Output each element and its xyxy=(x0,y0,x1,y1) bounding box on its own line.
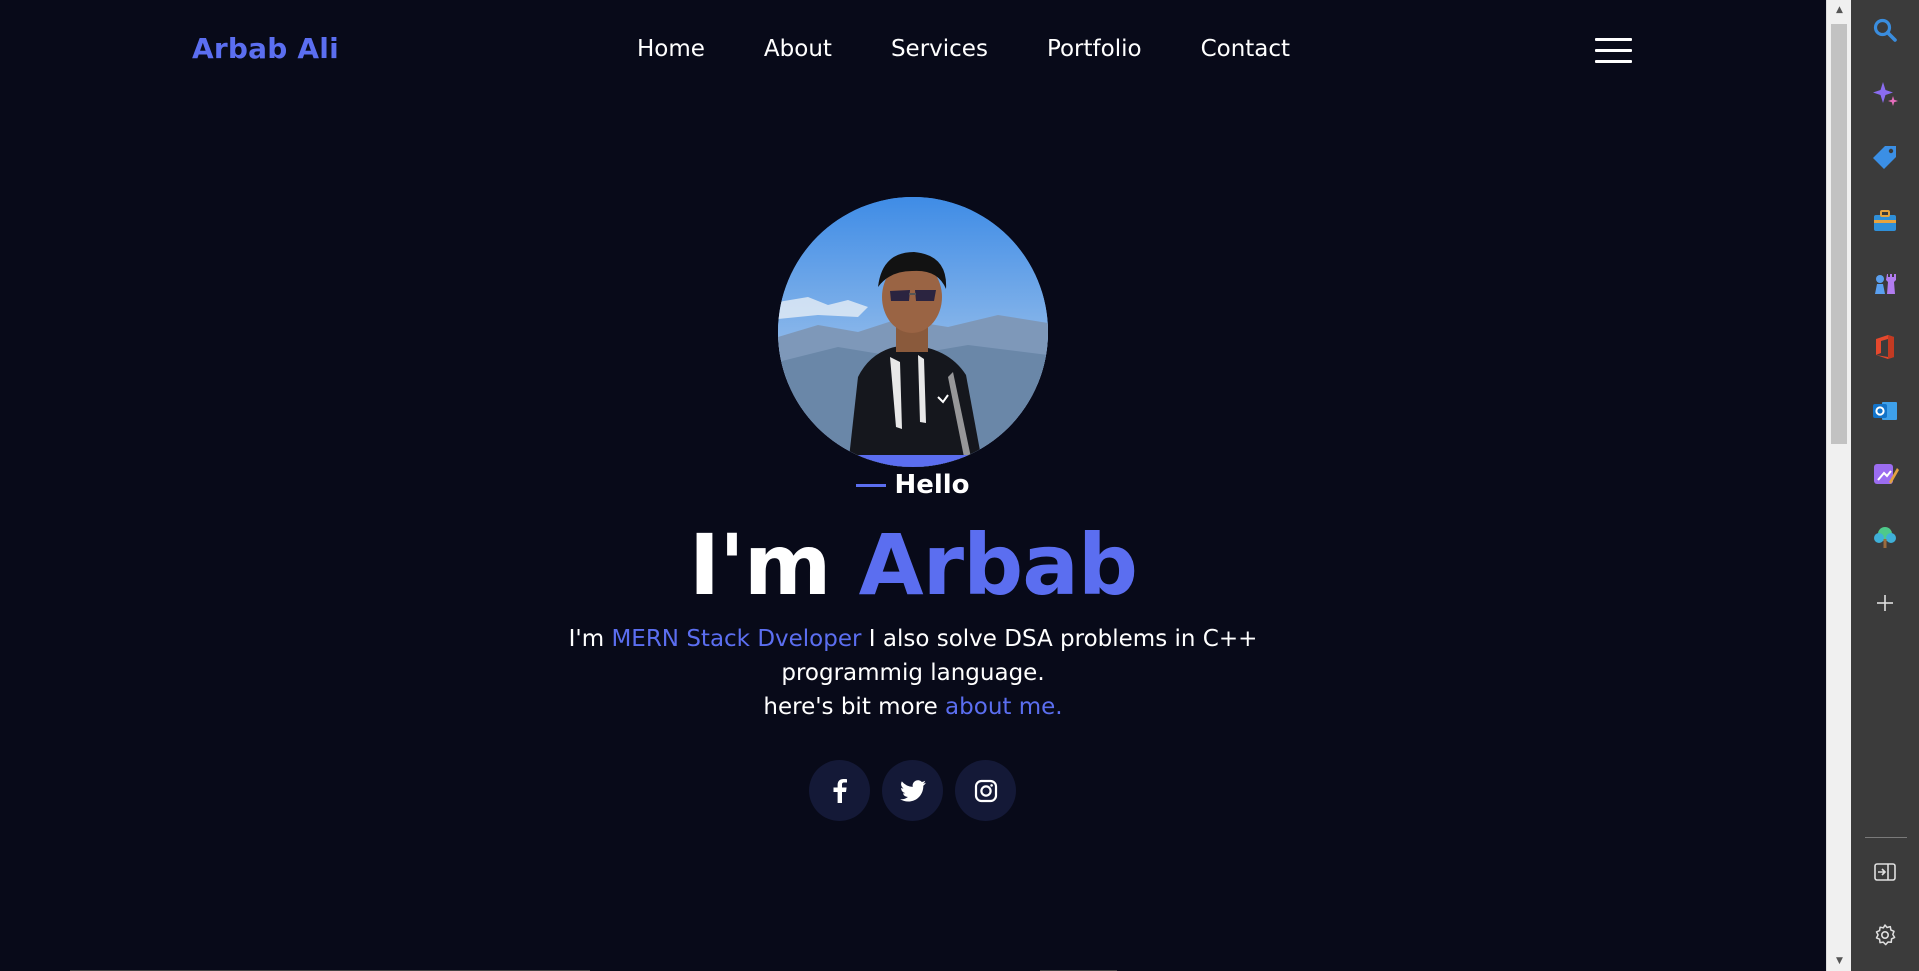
hamburger-icon[interactable] xyxy=(1595,38,1632,64)
office-icon[interactable] xyxy=(1870,332,1900,362)
headline-name: Arbab xyxy=(858,516,1138,614)
desc-role: MERN Stack Dveloper xyxy=(611,626,862,652)
nav-link-about[interactable]: About xyxy=(764,36,832,62)
nav-link-portfolio[interactable]: Portfolio xyxy=(1047,36,1142,62)
tree-icon[interactable] xyxy=(1870,522,1900,552)
chess-icon[interactable] xyxy=(1870,269,1900,299)
about-me-link[interactable]: about me. xyxy=(945,694,1063,720)
main-nav: Home About Services Portfolio Contact xyxy=(637,36,1290,62)
desc-line2-prefix: here's bit more xyxy=(763,694,938,720)
instagram-button[interactable] xyxy=(955,760,1016,821)
facebook-icon xyxy=(833,778,847,803)
scrollbar-thumb[interactable] xyxy=(1831,24,1847,444)
site-logo[interactable]: Arbab Ali xyxy=(192,32,339,65)
side-panel-divider xyxy=(1865,837,1907,838)
nav-link-services[interactable]: Services xyxy=(891,36,988,62)
hero-description: I'm MERN Stack Dveloper I also solve DSA… xyxy=(503,622,1323,724)
profile-photo xyxy=(778,197,1048,467)
nav-link-home[interactable]: Home xyxy=(637,36,705,62)
page-scrollbar[interactable]: ▲ ▼ xyxy=(1826,0,1851,971)
social-links xyxy=(809,760,1016,821)
outlook-icon[interactable] xyxy=(1870,396,1900,426)
browser-side-panel xyxy=(1851,0,1919,971)
designer-icon[interactable] xyxy=(1870,459,1900,489)
add-icon[interactable] xyxy=(1870,588,1900,618)
facebook-button[interactable] xyxy=(809,760,870,821)
exit-panel-icon[interactable] xyxy=(1870,857,1900,887)
desc-prefix: I'm xyxy=(568,626,605,652)
greeting-text: Hello xyxy=(894,470,970,500)
twitter-button[interactable] xyxy=(882,760,943,821)
briefcase-icon[interactable] xyxy=(1870,206,1900,236)
sparkle-icon[interactable] xyxy=(1870,79,1900,109)
webpage-viewport: Arbab Ali Home About Services Portfolio … xyxy=(0,0,1826,971)
hero-headline: I'm Arbab xyxy=(0,516,1826,614)
scroll-down-arrow-icon[interactable]: ▼ xyxy=(1827,951,1852,971)
greeting: Hello xyxy=(0,470,1826,500)
twitter-icon xyxy=(899,779,926,802)
search-icon[interactable] xyxy=(1870,15,1900,45)
headline-prefix: I'm xyxy=(688,516,831,614)
nav-link-contact[interactable]: Contact xyxy=(1201,36,1290,62)
tag-icon[interactable] xyxy=(1870,142,1900,172)
instagram-icon xyxy=(974,779,997,802)
scroll-up-arrow-icon[interactable]: ▲ xyxy=(1827,0,1852,20)
greeting-dash xyxy=(856,484,887,487)
settings-icon[interactable] xyxy=(1870,920,1900,950)
